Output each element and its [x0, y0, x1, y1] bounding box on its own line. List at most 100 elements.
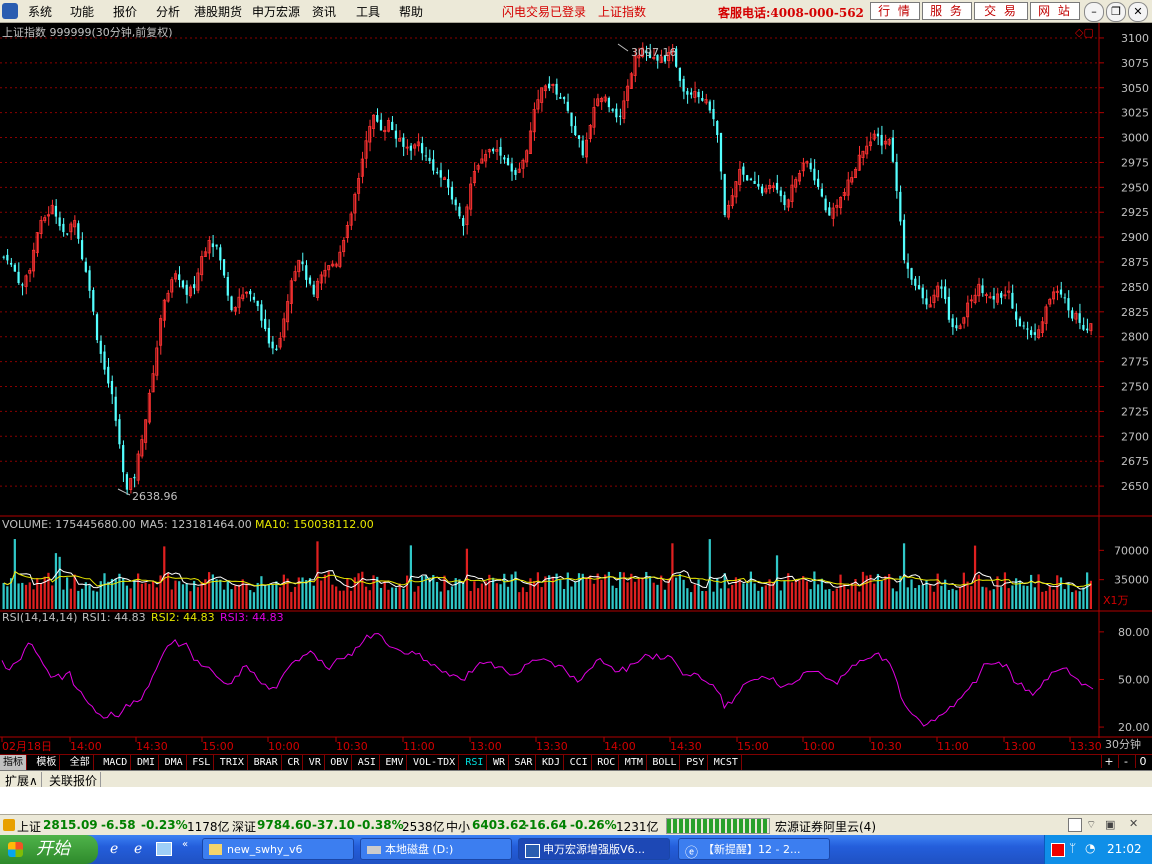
indicator-tab[interactable]: EMV [382, 755, 408, 770]
indicator-tab[interactable]: 全部 [67, 755, 94, 770]
volume-bar [222, 589, 226, 609]
indicator-tab[interactable]: TRIX [217, 755, 248, 770]
low-price-label: 2638.96 [132, 490, 178, 503]
sz-name[interactable]: 深证 [232, 818, 256, 835]
volume-bar [361, 571, 364, 609]
indicator-tab[interactable]: OBV [327, 755, 353, 770]
market-button[interactable]: 行 情 [870, 2, 920, 20]
reset-button[interactable]: 0 [1135, 755, 1150, 768]
indicator-tab[interactable]: DMA [162, 755, 187, 770]
candle-body [379, 119, 383, 131]
zx-name[interactable]: 中小 [446, 818, 470, 835]
indicator-tab[interactable]: CR [284, 755, 304, 770]
indicator-tab[interactable]: BOLL [649, 755, 681, 770]
indicator-tab[interactable]: CCI [567, 755, 592, 770]
expand-icon[interactable]: « [182, 839, 188, 850]
volume-bar [383, 580, 386, 609]
candle-body [402, 137, 405, 147]
indicator-tab[interactable]: VR [306, 755, 325, 770]
volume-bar [835, 588, 838, 609]
taskbar-item-folder[interactable]: new_swhy_v6 [202, 838, 354, 860]
indicator-tab[interactable]: KDJ [539, 755, 565, 770]
ie2-icon[interactable]: ℯ [134, 841, 142, 857]
website-button[interactable]: 网 站 [1030, 2, 1080, 20]
indicator-tab[interactable]: ASI [355, 755, 380, 770]
status-close-icon[interactable]: ✕ [1129, 817, 1141, 830]
zoom-out-button[interactable]: - [1118, 755, 1133, 768]
rsi-tick-label: 80.00 [1118, 626, 1150, 639]
candle-body [757, 183, 760, 187]
indicator-tab[interactable]: RSI [462, 755, 488, 770]
menu-help[interactable]: 帮助 [399, 3, 423, 20]
window-icon[interactable] [1068, 818, 1082, 832]
volume-bar [129, 588, 132, 609]
tray-qq-icon[interactable]: ◔ [1085, 841, 1095, 855]
menu-function[interactable]: 功能 [70, 3, 94, 20]
indicator-tab[interactable]: WR [490, 755, 510, 770]
indicator-tab[interactable]: ROC [594, 755, 620, 770]
candle-body [301, 261, 304, 265]
indicator-tab[interactable]: MACD [100, 755, 132, 770]
tray-app-icon[interactable] [1051, 843, 1065, 857]
current-index-link[interactable]: 上证指数 [598, 3, 646, 20]
candle-body [503, 157, 506, 160]
trade-button[interactable]: 交 易 [974, 2, 1028, 20]
indicator-tab[interactable]: SAR [511, 755, 537, 770]
trade-login-status[interactable]: 闪电交易已登录 [502, 3, 586, 20]
volume-bar [813, 571, 816, 609]
tray-network-icon[interactable]: ᛘ [1069, 841, 1076, 855]
service-button[interactable]: 服 务 [922, 2, 972, 20]
volume-bar [125, 585, 129, 609]
menu-swhy[interactable]: 申万宏源 [252, 3, 300, 20]
menu-quote[interactable]: 报价 [113, 3, 137, 20]
volume-bar [346, 578, 349, 609]
zoom-in-button[interactable]: + [1101, 755, 1116, 768]
chart-options-icon[interactable]: ◇▢ [1075, 26, 1094, 39]
taskbar-item-disk[interactable]: 本地磁盘 (D:) [360, 838, 512, 860]
taskbar-item-swhy[interactable]: 申万宏源增强版V6... [518, 838, 670, 860]
lock-status-icon[interactable]: ▣ [1105, 818, 1117, 831]
indicator-tab[interactable]: BRAR [251, 755, 282, 770]
volume-bar [630, 573, 633, 609]
indicator-tab[interactable]: DMI [134, 755, 160, 770]
menu-tools[interactable]: 工具 [356, 3, 380, 20]
indicator-tab[interactable]: PSY [683, 755, 709, 770]
volume-bar [589, 575, 592, 609]
ie-icon[interactable]: ℯ [110, 841, 118, 857]
indicator-tab[interactable]: MCST [711, 755, 742, 770]
indicator-tab[interactable]: 模板 [33, 755, 61, 770]
desktop-icon[interactable] [156, 842, 172, 856]
menu-hk-futures[interactable]: 港股期货 [194, 3, 242, 20]
candle-body [215, 244, 218, 247]
volume-bar [66, 577, 69, 609]
sh-name[interactable]: 上证 [17, 818, 41, 835]
menu-analysis[interactable]: 分析 [156, 3, 180, 20]
volume-bar [36, 577, 39, 609]
indicator-tab[interactable]: VOL-TDX [410, 755, 460, 770]
price-tick-label: 2850 [1121, 281, 1149, 294]
start-button[interactable]: 开始 [0, 835, 98, 864]
time-tick-label: 11:00 [403, 740, 435, 753]
broker-server[interactable]: 宏源证券阿里云(4) [775, 818, 876, 835]
wifi-icon[interactable]: ⌔ [1086, 818, 1098, 831]
taskbar-item-browser[interactable]: ⓔ 【新提醒】12 - 2... [678, 838, 830, 860]
menu-news[interactable]: 资讯 [312, 3, 336, 20]
menu-system[interactable]: 系统 [28, 3, 52, 20]
candle-body [682, 78, 685, 92]
volume-bar [103, 573, 106, 609]
minimize-icon[interactable]: – [1084, 2, 1104, 22]
volume-bar [757, 590, 760, 609]
indicator-tab[interactable]: MTM [622, 755, 647, 770]
time-tick-label: 10:00 [268, 740, 300, 753]
period-label[interactable]: 30分钟 [1105, 737, 1141, 751]
restore-icon[interactable]: ❐ [1106, 2, 1126, 22]
indicator-tab[interactable]: FSL [189, 755, 215, 770]
kline-chart[interactable]: 3100 3075 3050 3025 3000 2975 2950 2925 2900 2875… [0, 23, 1152, 755]
candle-body [880, 134, 883, 146]
indicator-tab[interactable]: 指标 [0, 755, 27, 770]
close-icon[interactable]: ✕ [1128, 2, 1148, 22]
candle-body [708, 101, 711, 111]
volume-bar [962, 572, 965, 609]
candle-body [58, 217, 61, 227]
volume-bar [682, 579, 685, 609]
